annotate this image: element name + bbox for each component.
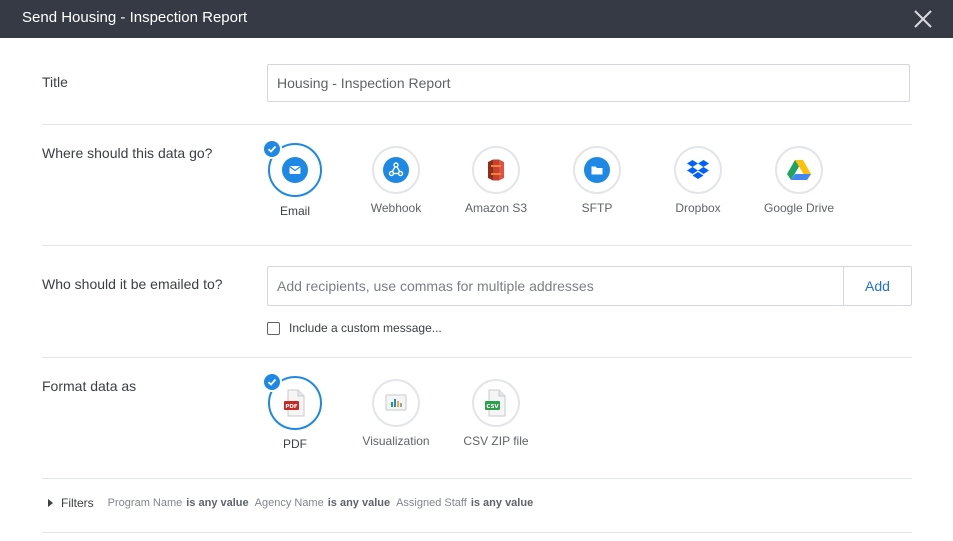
visualization-icon bbox=[385, 394, 407, 411]
option-label: Webhook bbox=[370, 201, 422, 215]
filter-value: is any value bbox=[186, 497, 249, 509]
dialog-header: Send Housing - Inspection Report bbox=[0, 0, 953, 38]
recipients-label: Who should it be emailed to? bbox=[42, 276, 223, 292]
divider bbox=[42, 357, 912, 358]
caret-right-icon[interactable] bbox=[48, 499, 53, 507]
webhook-icon bbox=[383, 157, 409, 183]
option-label: Visualization bbox=[362, 434, 430, 448]
custom-message-checkbox[interactable]: Include a custom message... bbox=[267, 321, 442, 335]
option-label: Email bbox=[279, 204, 310, 218]
divider bbox=[42, 532, 912, 533]
filter-name: Assigned Staff bbox=[396, 497, 467, 509]
destination-sftp[interactable]: SFTP bbox=[547, 146, 647, 215]
visualization-option-circle[interactable] bbox=[372, 379, 420, 427]
option-label: PDF bbox=[283, 437, 307, 451]
email-icon bbox=[282, 157, 308, 183]
option-label: CSV ZIP file bbox=[463, 434, 529, 448]
filter-name: Agency Name bbox=[254, 497, 324, 509]
option-label: SFTP bbox=[581, 201, 613, 215]
pdf-file-icon: PDF bbox=[284, 389, 305, 417]
filter-value: is any value bbox=[470, 497, 534, 509]
filter-value: is any value bbox=[327, 497, 391, 509]
checkmark-icon bbox=[262, 139, 282, 159]
add-recipient-button[interactable]: Add bbox=[843, 266, 912, 306]
checkbox-icon[interactable] bbox=[267, 321, 280, 335]
format-label: Format data as bbox=[42, 378, 137, 394]
checkmark-icon bbox=[262, 372, 282, 392]
filters-row[interactable]: Filters Program Name is any value Agency… bbox=[48, 496, 539, 510]
divider bbox=[42, 245, 912, 246]
destination-email[interactable]: Email bbox=[245, 139, 345, 218]
dialog-title: Send Housing - Inspection Report bbox=[22, 9, 248, 26]
sftp-icon bbox=[584, 157, 610, 183]
custom-message-label: Include a custom message... bbox=[289, 321, 442, 335]
title-label: Title bbox=[42, 74, 68, 90]
divider bbox=[42, 124, 912, 125]
option-label: Dropbox bbox=[675, 201, 721, 215]
filter-name: Program Name bbox=[107, 497, 183, 509]
pdf-option-circle[interactable]: PDF bbox=[262, 372, 322, 430]
dropbox-option-circle[interactable] bbox=[674, 146, 722, 194]
google-drive-option-circle[interactable] bbox=[775, 146, 823, 194]
svg-text:CSV: CSV bbox=[486, 404, 499, 410]
close-icon[interactable] bbox=[912, 8, 934, 30]
option-label: Amazon S3 bbox=[464, 201, 528, 215]
format-visualization[interactable]: Visualization bbox=[346, 379, 446, 448]
amazon-s3-option-circle[interactable] bbox=[472, 146, 520, 194]
format-pdf[interactable]: PDF PDF bbox=[245, 372, 345, 451]
destination-webhook[interactable]: Webhook bbox=[346, 146, 446, 215]
title-input[interactable] bbox=[267, 64, 910, 102]
dropbox-icon bbox=[687, 160, 709, 179]
filters-label[interactable]: Filters bbox=[61, 496, 94, 510]
destination-amazon-s3[interactable]: Amazon S3 bbox=[446, 146, 546, 215]
webhook-option-circle[interactable] bbox=[372, 146, 420, 194]
csv-file-icon: CSV bbox=[485, 389, 506, 417]
format-csv-zip[interactable]: CSV CSV ZIP file bbox=[446, 379, 546, 448]
google-drive-icon bbox=[787, 160, 811, 180]
destination-google-drive[interactable]: Google Drive bbox=[749, 146, 849, 215]
divider bbox=[42, 478, 912, 479]
amazon-s3-icon bbox=[488, 159, 504, 181]
sftp-option-circle[interactable] bbox=[573, 146, 621, 194]
destination-dropbox[interactable]: Dropbox bbox=[648, 146, 748, 215]
option-label: Google Drive bbox=[763, 201, 835, 215]
recipients-input[interactable] bbox=[267, 266, 844, 306]
email-option-circle[interactable] bbox=[262, 139, 322, 197]
destination-label: Where should this data go? bbox=[42, 145, 213, 161]
csv-option-circle[interactable]: CSV bbox=[472, 379, 520, 427]
svg-text:PDF: PDF bbox=[285, 404, 298, 410]
